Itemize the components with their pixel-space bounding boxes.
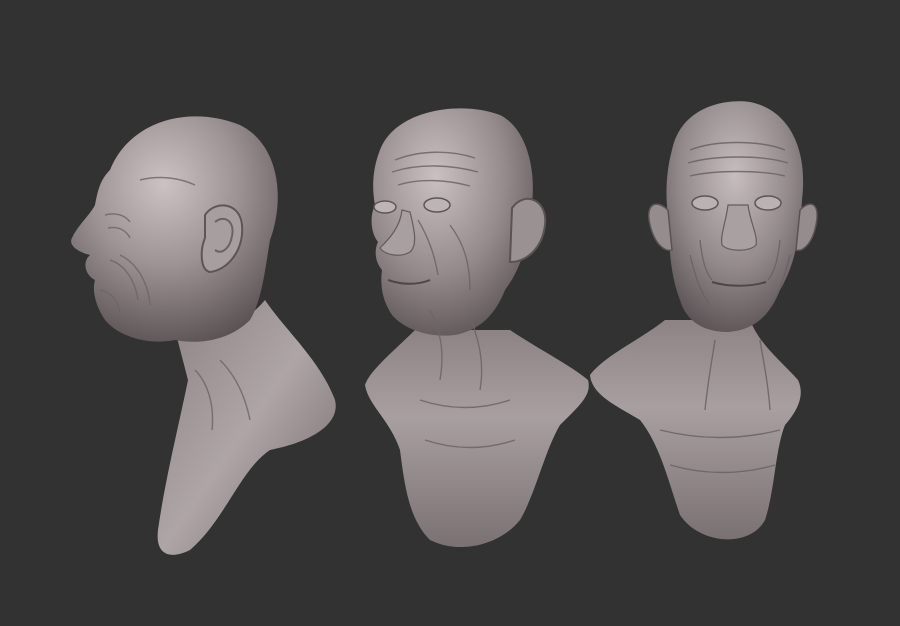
front-ear-right (795, 203, 818, 252)
bust-three-quarter-view (365, 108, 589, 548)
front-chest (590, 320, 801, 540)
tq-head (371, 108, 533, 336)
sculpt-render (71, 101, 818, 555)
front-eye-left (691, 195, 719, 211)
tq-eye-left (373, 200, 397, 214)
front-ear-left (648, 203, 673, 252)
tq-ear (508, 197, 547, 264)
side-head (71, 116, 278, 342)
bust-front-view (590, 101, 818, 540)
front-eye-right (754, 195, 782, 211)
tq-chest (365, 330, 589, 548)
tq-eye-right (423, 197, 451, 213)
bust-side-view (71, 116, 336, 555)
render-viewport (0, 0, 900, 626)
